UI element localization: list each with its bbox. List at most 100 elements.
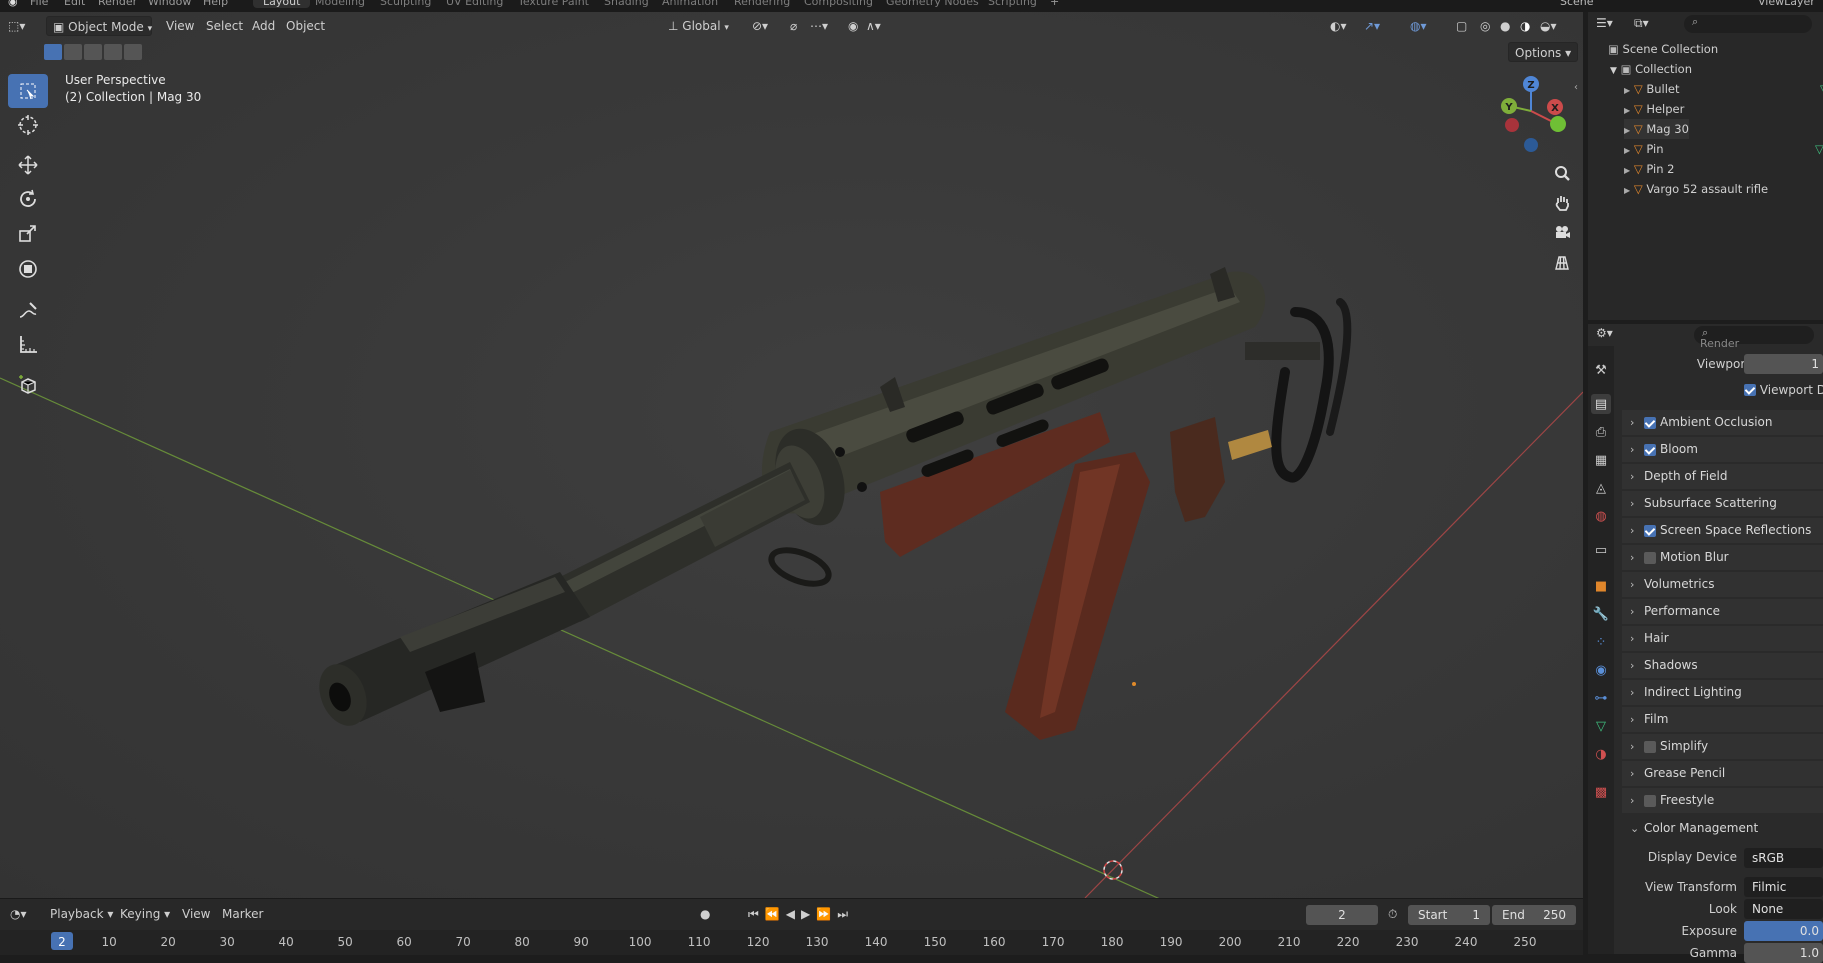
menu-object[interactable]: Object — [286, 16, 325, 36]
panel-header[interactable]: › Ambient Occlusion — [1622, 410, 1823, 435]
timeline-view-menu[interactable]: View — [182, 907, 210, 921]
tool-tab-icon[interactable]: ⚒ — [1591, 360, 1611, 380]
next-keyframe-icon[interactable]: ⏩ — [816, 907, 837, 921]
mode-selector[interactable]: ▣ Object Mode ▾ — [46, 16, 152, 36]
render-tab-icon[interactable]: ▤ — [1591, 394, 1611, 414]
data-tab-icon[interactable]: ▽ — [1591, 716, 1611, 736]
tab-animation[interactable]: Animation — [652, 0, 728, 8]
panel-enable-checkbox[interactable] — [1644, 795, 1656, 807]
menu-add[interactable]: Add — [252, 16, 275, 36]
view-transform-field[interactable]: Filmic — [1744, 877, 1823, 897]
proportional-edit-icon[interactable]: ◉ — [848, 16, 858, 36]
panel-header[interactable]: › Depth of Field — [1622, 464, 1823, 489]
object-tab-icon[interactable]: ■ — [1591, 576, 1611, 596]
select-subtract-icon[interactable] — [84, 44, 102, 60]
panel-header[interactable]: › Indirect Lighting — [1622, 680, 1823, 705]
panel-header[interactable]: › Grease Pencil — [1622, 761, 1823, 786]
expand-arrow-icon[interactable]: ▶ — [1624, 86, 1630, 95]
falloff-icon[interactable]: ∧▾ — [866, 16, 881, 36]
exposure-slider[interactable]: 0.0 — [1744, 921, 1823, 941]
menu-edit[interactable]: Edit — [64, 0, 85, 8]
panel-header[interactable]: › Volumetrics — [1622, 572, 1823, 597]
texture-tab-icon[interactable]: ▩ — [1591, 782, 1611, 802]
zoom-icon[interactable] — [1549, 160, 1575, 186]
panel-header[interactable]: › Performance — [1622, 599, 1823, 624]
timeline-editor-icon[interactable]: ◔▾ — [10, 907, 27, 921]
particles-tab-icon[interactable]: ⁘ — [1591, 632, 1611, 652]
outliner-object-row[interactable]: ▶ ▽ Mag 30 — [1624, 119, 1689, 139]
tab-shading[interactable]: Shading — [594, 0, 659, 8]
scene-tab-icon[interactable]: ◬ — [1591, 478, 1611, 498]
blender-logo-icon[interactable]: ◉ — [8, 0, 18, 8]
panel-enable-checkbox[interactable] — [1644, 417, 1656, 429]
visibility-icon[interactable]: ◐▾ — [1330, 16, 1347, 36]
tab-sculpting[interactable]: Sculpting — [370, 0, 441, 8]
playback-menu[interactable]: Playback ▾ — [50, 907, 113, 921]
transform-tool[interactable] — [8, 252, 48, 286]
play-reverse-icon[interactable]: ◀ — [786, 907, 801, 921]
navigation-gizmo[interactable]: Z X Y — [1501, 76, 1566, 152]
display-device-field[interactable]: sRGB — [1744, 848, 1823, 868]
view-layer-selector[interactable]: ViewLayer — [1758, 0, 1815, 8]
outliner-search-input[interactable]: ⌕ — [1684, 15, 1812, 33]
menu-render[interactable]: Render — [98, 0, 137, 8]
wireframe-shading-icon[interactable]: ◎ — [1480, 16, 1490, 36]
jump-start-icon[interactable]: ⏮ — [748, 907, 765, 921]
material-shading-icon[interactable]: ◑ — [1520, 16, 1530, 36]
outliner-object-row[interactable]: ▶ ▽ Vargo 52 assault rifle — [1624, 179, 1768, 199]
menu-view[interactable]: View — [166, 16, 194, 36]
tab-modeling[interactable]: Modeling — [305, 0, 375, 8]
output-tab-icon[interactable]: ⎙ — [1591, 422, 1611, 442]
properties-editor-icon[interactable]: ⚙▾ — [1596, 326, 1613, 340]
perspective-grid-icon[interactable] — [1549, 250, 1575, 276]
snap-icon[interactable]: ⌀ — [790, 16, 797, 36]
tab-uv-editing[interactable]: UV Editing — [436, 0, 513, 8]
viewport-denoise-toggle[interactable]: Viewport De — [1744, 382, 1823, 398]
playback-controls[interactable]: ⏮⏪◀▶⏩⏭ — [748, 907, 854, 922]
mesh-data-icon[interactable]: ▽ — [1815, 139, 1823, 159]
select-invert-icon[interactable] — [104, 44, 122, 60]
outliner-object-row[interactable]: ▶ ▽ Pin — [1624, 139, 1664, 159]
current-frame-field[interactable]: 2 — [1306, 905, 1378, 925]
panel-header[interactable]: › Simplify — [1622, 734, 1823, 759]
menu-window[interactable]: Window — [148, 0, 191, 8]
menu-select[interactable]: Select — [206, 16, 243, 36]
select-box-tool[interactable] — [8, 74, 48, 108]
tab-compositing[interactable]: Compositing — [794, 0, 883, 8]
record-icon[interactable]: ● — [700, 907, 710, 921]
panel-enable-checkbox[interactable] — [1644, 444, 1656, 456]
marker-menu[interactable]: Marker — [222, 907, 263, 921]
collection-tab-icon[interactable]: ▭ — [1591, 540, 1611, 560]
filter-icon[interactable]: ⧉▾ — [1634, 16, 1649, 31]
editor-type-icon[interactable]: ⬚▾ — [8, 16, 25, 36]
move-tool[interactable] — [8, 148, 48, 182]
timeline[interactable]: ◔▾ Playback ▾ Keying ▾ View Marker ● ⏮⏪◀… — [0, 898, 1583, 955]
panel-header[interactable]: › Film — [1622, 707, 1823, 732]
panel-header[interactable]: › Screen Space Reflections — [1622, 518, 1823, 543]
start-frame-field[interactable]: Start 1 — [1408, 905, 1490, 925]
add-cube-tool[interactable] — [8, 368, 48, 402]
select-extend-icon[interactable] — [64, 44, 82, 60]
viewport-samples-field[interactable]: 1 — [1744, 354, 1823, 374]
scene-collection-row[interactable]: ▣ Scene Collection — [1608, 39, 1718, 59]
3d-viewport[interactable]: Z X Y User Perspective (2) Collection | … — [0, 12, 1583, 898]
expand-arrow-icon[interactable]: ▶ — [1624, 106, 1630, 115]
select-new-icon[interactable] — [44, 44, 62, 60]
end-frame-field[interactable]: End 250 — [1492, 905, 1576, 925]
outliner-object-row[interactable]: ▶ ▽ Helper — [1624, 99, 1684, 119]
world-tab-icon[interactable]: ◍ — [1591, 506, 1611, 526]
menu-file[interactable]: File — [30, 0, 48, 8]
menu-help[interactable]: Help — [203, 0, 228, 8]
xray-icon[interactable]: ▢ — [1456, 16, 1467, 36]
pan-hand-icon[interactable] — [1549, 190, 1575, 216]
panel-header[interactable]: › Bloom — [1622, 437, 1823, 462]
collapse-sidebar-icon[interactable]: ‹ — [1574, 82, 1578, 93]
orientation-selector[interactable]: ⊥ Global ▾ — [668, 16, 729, 36]
physics-tab-icon[interactable]: ◉ — [1591, 660, 1611, 680]
panel-enable-checkbox[interactable] — [1644, 741, 1656, 753]
collection-row[interactable]: ▼ ▣ Collection — [1610, 59, 1692, 79]
panel-header[interactable]: › Hair — [1622, 626, 1823, 651]
tab-texture-paint[interactable]: Texture Paint — [508, 0, 599, 8]
gizmo-toggle-icon[interactable]: ↗▾ — [1364, 16, 1380, 36]
keying-menu[interactable]: Keying ▾ — [120, 907, 170, 921]
